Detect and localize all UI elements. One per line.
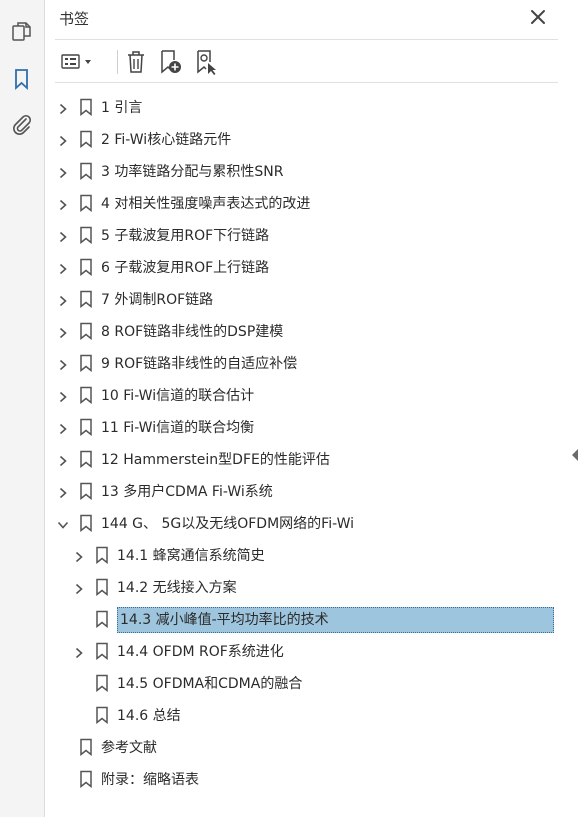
- bookmark-icon: [95, 610, 109, 629]
- bookmark-row[interactable]: 2 Fi-Wi核心链路元件: [45, 124, 584, 152]
- bookmark-row[interactable]: 1 引言: [45, 92, 584, 120]
- bookmark-row[interactable]: 6 子载波复用ROF上行链路: [45, 252, 584, 280]
- chevron-right-icon[interactable]: [57, 196, 69, 211]
- bookmark-icon: [95, 642, 109, 661]
- bookmark-label[interactable]: 14.2 无线接入方案: [117, 577, 237, 597]
- bookmark-icon: [79, 226, 93, 245]
- bookmarks-panel: 书签 1 引言 2 Fi-Wi核心链路元件 3 功率链路分配与累积性SNR 4 …: [45, 0, 584, 817]
- bookmark-label[interactable]: 10 Fi-Wi信道的联合估计: [101, 385, 254, 405]
- bookmark-label[interactable]: 4 对相关性强度噪声表达式的改进: [101, 193, 310, 213]
- chevron-down-icon[interactable]: [57, 516, 69, 529]
- chevron-right-icon[interactable]: [73, 548, 85, 563]
- bookmark-row[interactable]: 144 G、 5G以及无线OFDM网络的Fi-Wi: [45, 508, 584, 536]
- bookmark-row[interactable]: 8 ROF链路非线性的DSP建模: [45, 316, 584, 344]
- bookmark-icon: [79, 258, 93, 277]
- bookmark-label[interactable]: 11 Fi-Wi信道的联合均衡: [101, 417, 254, 437]
- chevron-right-icon[interactable]: [73, 644, 85, 659]
- bookmark-icon: [79, 162, 93, 181]
- chevron-right-icon[interactable]: [57, 228, 69, 243]
- chevron-right-icon[interactable]: [57, 260, 69, 275]
- chevron-right-icon[interactable]: [57, 420, 69, 435]
- bookmark-row[interactable]: 10 Fi-Wi信道的联合估计: [45, 380, 584, 408]
- chevron-right-icon[interactable]: [57, 388, 69, 403]
- options-menu-icon[interactable]: [59, 48, 97, 76]
- bookmark-row[interactable]: 14.2 无线接入方案: [45, 572, 584, 600]
- chevron-right-icon[interactable]: [57, 484, 69, 499]
- bookmark-label[interactable]: 14.1 蜂窝通信系统简史: [117, 545, 265, 565]
- bookmark-row[interactable]: 4 对相关性强度噪声表达式的改进: [45, 188, 584, 216]
- bookmark-label[interactable]: 13 多用户CDMA Fi-Wi系统: [101, 481, 273, 501]
- bookmark-icon: [79, 738, 93, 757]
- bookmark-icon: [79, 482, 93, 501]
- bookmark-icon: [79, 386, 93, 405]
- chevron-right-icon[interactable]: [57, 452, 69, 467]
- bookmark-row[interactable]: 12 Hammerstein型DFE的性能评估: [45, 444, 584, 472]
- left-navigation-rail: [0, 0, 45, 817]
- bookmark-label[interactable]: 2 Fi-Wi核心链路元件: [101, 129, 231, 149]
- bookmark-row[interactable]: 11 Fi-Wi信道的联合均衡: [45, 412, 584, 440]
- bookmark-icon: [79, 418, 93, 437]
- bookmark-label[interactable]: 9 ROF链路非线性的自适应补偿: [101, 353, 297, 373]
- bookmark-label-selected[interactable]: 14.3 减小峰值-平均功率比的技术: [117, 607, 554, 633]
- bookmark-label[interactable]: 3 功率链路分配与累积性SNR: [101, 161, 283, 181]
- bookmark-label[interactable]: 参考文献: [101, 737, 157, 757]
- bookmark-label[interactable]: 5 子载波复用ROF下行链路: [101, 225, 269, 245]
- bookmark-label[interactable]: 12 Hammerstein型DFE的性能评估: [101, 449, 330, 469]
- toolbar-separator: [117, 50, 118, 74]
- bookmark-icon: [79, 290, 93, 309]
- bookmark-row[interactable]: 14.6 总结: [45, 700, 584, 728]
- chevron-right-icon[interactable]: [57, 356, 69, 371]
- bookmark-icon: [79, 450, 93, 469]
- delete-icon[interactable]: [123, 48, 149, 76]
- bookmark-icon: [79, 322, 93, 341]
- bookmark-icon: [79, 354, 93, 373]
- bookmark-label[interactable]: 附录：缩略语表: [101, 769, 199, 789]
- bookmark-row[interactable]: 14.1 蜂窝通信系统简史: [45, 540, 584, 568]
- toolbar-divider: [55, 82, 558, 83]
- bookmark-label[interactable]: 7 外调制ROF链路: [101, 289, 213, 309]
- chevron-right-icon[interactable]: [57, 292, 69, 307]
- bookmark-row[interactable]: 3 功率链路分配与累积性SNR: [45, 156, 584, 184]
- bookmark-label[interactable]: 144 G、 5G以及无线OFDM网络的Fi-Wi: [101, 513, 354, 533]
- bookmark-icon: [79, 770, 93, 789]
- bookmark-label[interactable]: 14.4 OFDM ROF系统进化: [117, 641, 284, 661]
- bookmark-icon: [79, 514, 93, 533]
- chevron-right-icon[interactable]: [57, 132, 69, 147]
- bookmark-icon[interactable]: [10, 67, 34, 91]
- bookmark-row[interactable]: 9 ROF链路非线性的自适应补偿: [45, 348, 584, 376]
- bookmark-icon: [95, 578, 109, 597]
- attachment-icon[interactable]: [10, 112, 34, 136]
- pages-icon[interactable]: [10, 20, 34, 44]
- bookmark-row[interactable]: 5 子载波复用ROF下行链路: [45, 220, 584, 248]
- header-divider: [55, 39, 558, 40]
- collapse-panel-arrow-icon[interactable]: [572, 449, 578, 461]
- bookmark-icon: [95, 674, 109, 693]
- bookmark-row[interactable]: 附录：缩略语表: [45, 764, 584, 792]
- bookmark-row[interactable]: 14.3 减小峰值-平均功率比的技术: [45, 604, 584, 633]
- bookmark-row[interactable]: 14.5 OFDMA和CDMA的融合: [45, 668, 584, 696]
- bookmark-row[interactable]: 13 多用户CDMA Fi-Wi系统: [45, 476, 584, 504]
- chevron-right-icon[interactable]: [57, 164, 69, 179]
- chevron-right-icon[interactable]: [57, 324, 69, 339]
- bookmark-row[interactable]: 7 外调制ROF链路: [45, 284, 584, 312]
- bookmark-icon: [95, 546, 109, 565]
- chevron-right-icon[interactable]: [57, 100, 69, 115]
- bookmark-icon: [79, 194, 93, 213]
- bookmark-row[interactable]: 14.4 OFDM ROF系统进化: [45, 636, 584, 664]
- bookmark-row[interactable]: 参考文献: [45, 732, 584, 760]
- bookmark-label[interactable]: 6 子载波复用ROF上行链路: [101, 257, 269, 277]
- panel-title: 书签: [59, 10, 90, 28]
- bookmark-label[interactable]: 14.6 总结: [117, 705, 181, 725]
- bookmark-properties-icon[interactable]: [192, 48, 220, 76]
- chevron-right-icon[interactable]: [73, 580, 85, 595]
- bookmark-label[interactable]: 1 引言: [101, 97, 142, 117]
- bookmark-icon: [95, 706, 109, 725]
- bookmark-icon: [79, 130, 93, 149]
- add-bookmark-icon[interactable]: [156, 48, 184, 76]
- bookmark-icon: [79, 98, 93, 117]
- bookmark-label[interactable]: 14.5 OFDMA和CDMA的融合: [117, 673, 302, 693]
- bookmark-label[interactable]: 8 ROF链路非线性的DSP建模: [101, 321, 283, 341]
- close-icon[interactable]: [528, 7, 548, 27]
